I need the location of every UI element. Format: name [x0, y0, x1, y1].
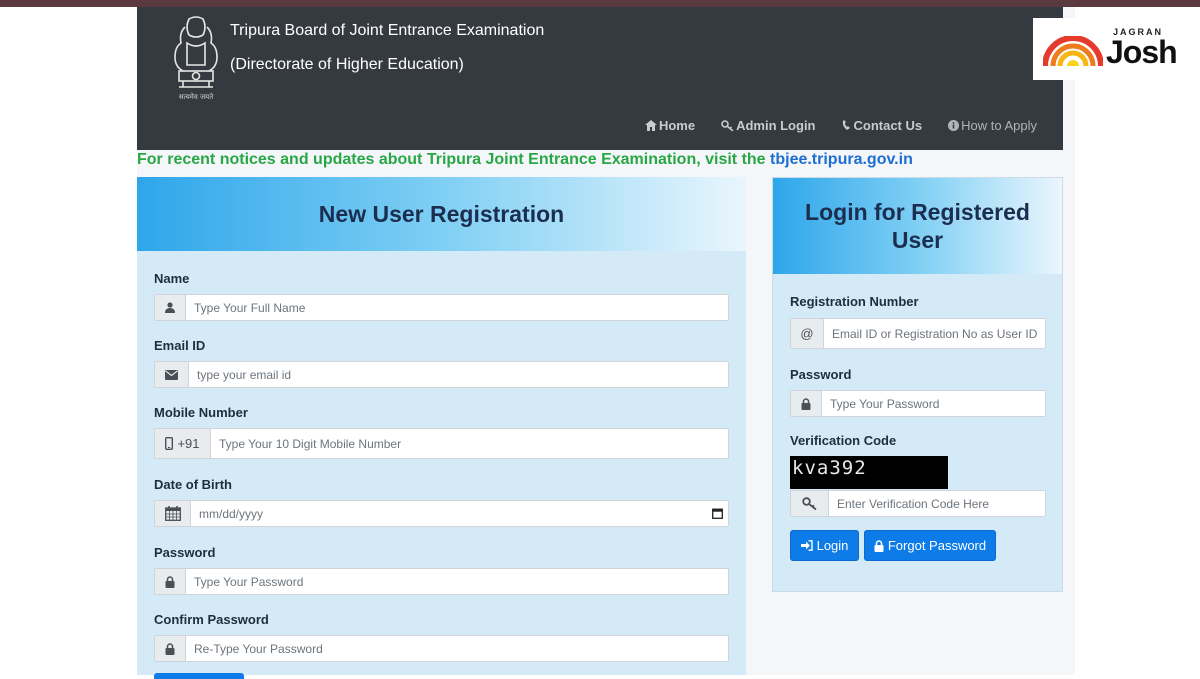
lock-icon: [874, 539, 884, 552]
calendar-icon: [155, 501, 191, 526]
verification-code-label: Verification Code: [790, 433, 897, 448]
forgot-password-button[interactable]: Forgot Password: [864, 530, 996, 561]
at-icon: @: [791, 319, 824, 348]
phone-icon: [842, 120, 850, 130]
login-button[interactable]: Login: [790, 530, 859, 561]
email-input[interactable]: [189, 362, 728, 387]
key-icon: [791, 491, 829, 516]
dob-group: [154, 500, 729, 527]
login-header: Login for Registered User: [773, 178, 1062, 274]
registration-number-label: Registration Number: [790, 294, 919, 309]
key-icon: [721, 120, 734, 131]
date-picker-icon[interactable]: [706, 501, 728, 526]
emblem-caption: सत्यमेव जयते: [179, 92, 214, 101]
logo-josh-text: Josh: [1106, 34, 1178, 70]
register-button[interactable]: [154, 673, 244, 679]
lock-icon: [155, 636, 186, 661]
verification-group: [790, 490, 1046, 517]
registration-title: New User Registration: [318, 200, 565, 227]
envelope-icon: [155, 362, 189, 387]
nav-home-label: Home: [658, 118, 696, 133]
login-password-input[interactable]: [822, 391, 1045, 416]
nav-contact-us[interactable]: Contact Us: [842, 118, 923, 133]
nav-home[interactable]: Home: [644, 118, 696, 133]
mobile-phone-icon: [165, 437, 174, 450]
login-button-label: Login: [816, 538, 849, 553]
top-border: [0, 0, 1200, 7]
password-group: [154, 568, 729, 595]
login-panel: Login for Registered User Registration N…: [772, 177, 1063, 592]
nav-admin-login[interactable]: Admin Login: [721, 118, 816, 133]
nav-how-to-apply[interactable]: How to Apply: [948, 118, 1037, 133]
main-nav: Home Admin Login Contact Us How to Apply: [644, 118, 1037, 133]
org-name: Tripura Board of Joint Entrance Examinat…: [230, 22, 545, 39]
nav-contact-us-label: Contact Us: [853, 118, 923, 133]
site-header: सत्यमेव जयते Tripura Board of Joint Entr…: [137, 7, 1063, 150]
login-password-label: Password: [790, 367, 852, 382]
sun-logo-icon: [1043, 36, 1103, 67]
verification-input[interactable]: [829, 491, 1045, 516]
jagran-josh-logo: JAGRAN Josh: [1033, 18, 1182, 80]
nav-how-to-apply-label: How to Apply: [961, 118, 1037, 133]
registration-number-input[interactable]: [824, 319, 1045, 348]
mobile-input[interactable]: [211, 429, 728, 458]
nav-admin-login-label: Admin Login: [736, 118, 816, 133]
national-emblem-icon: सत्यमेव जयते: [174, 16, 218, 101]
login-title: Login for Registered User: [805, 199, 1030, 253]
registration-panel: New User Registration Name Email ID Mobi…: [137, 177, 746, 679]
notice-banner: For recent notices and updates about Tri…: [137, 151, 1063, 169]
home-icon: [644, 120, 657, 131]
password-label: Password: [154, 545, 216, 560]
confirm-password-input[interactable]: [186, 636, 728, 661]
notice-link[interactable]: tbjee.tripura.gov.in: [770, 151, 913, 168]
registration-number-group: @: [790, 318, 1046, 349]
sign-in-icon: [800, 540, 813, 551]
name-input[interactable]: [186, 295, 728, 320]
forgot-password-label: Forgot Password: [887, 538, 987, 553]
lock-icon: [791, 391, 822, 416]
dob-input[interactable]: [191, 501, 706, 526]
login-password-group: [790, 390, 1046, 417]
mobile-group: +91: [154, 428, 729, 459]
name-label: Name: [154, 271, 190, 286]
email-group: [154, 361, 729, 388]
dob-label: Date of Birth: [154, 477, 232, 492]
confirm-password-label: Confirm Password: [154, 612, 269, 627]
registration-header: New User Registration: [137, 177, 746, 251]
email-label: Email ID: [154, 338, 206, 353]
lock-icon: [155, 569, 186, 594]
page: सत्यमेव जयते Tripura Board of Joint Entr…: [137, 7, 1075, 679]
user-icon: [155, 295, 186, 320]
info-icon: [948, 120, 960, 131]
mobile-prefix: +91: [177, 436, 200, 451]
mobile-prefix-addon: +91: [155, 429, 211, 458]
name-group: [154, 294, 729, 321]
confirm-password-group: [154, 635, 729, 662]
captcha-image: kva392: [790, 456, 948, 489]
notice-text: For recent notices and updates about Tri…: [137, 151, 771, 168]
mobile-label: Mobile Number: [154, 405, 248, 420]
org-subtitle: (Directorate of Higher Education): [230, 56, 464, 73]
password-input[interactable]: [186, 569, 728, 594]
